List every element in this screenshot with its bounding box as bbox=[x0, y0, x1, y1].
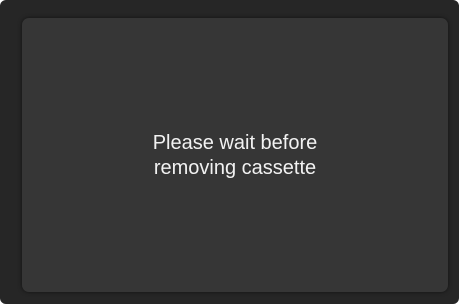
status-message: Please wait before removing cassette bbox=[152, 132, 318, 179]
device-screen-frame: Please wait before removing cassette bbox=[0, 0, 459, 304]
status-dialog: Please wait before removing cassette bbox=[22, 18, 448, 292]
